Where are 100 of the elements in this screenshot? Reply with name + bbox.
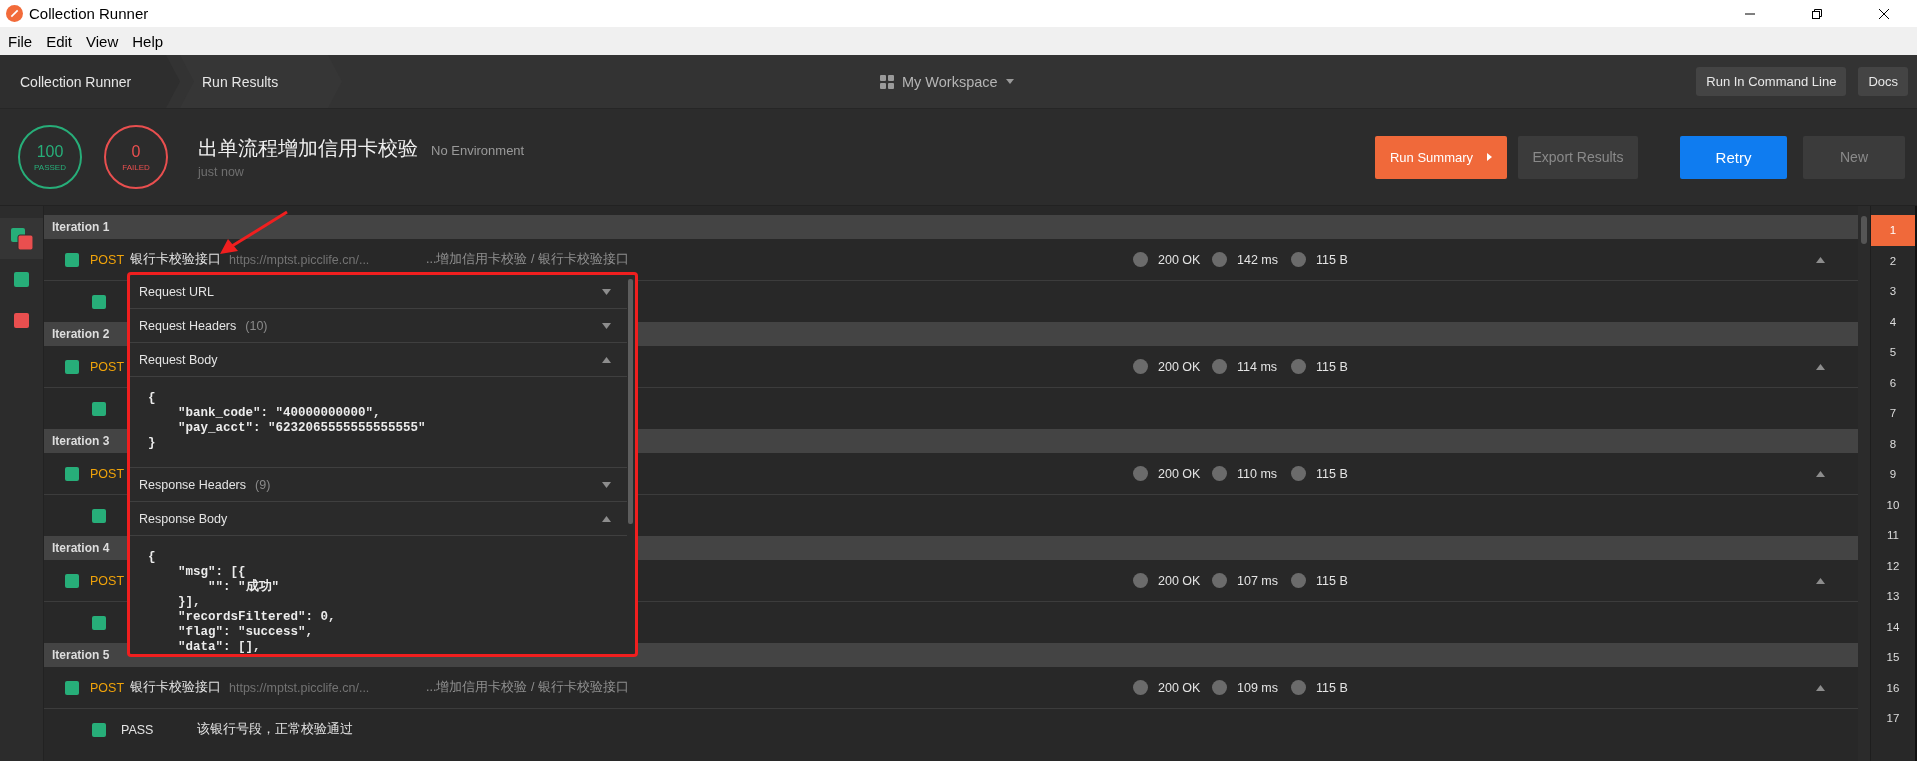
caret-icon[interactable]: [1816, 256, 1825, 263]
caret-icon: [1005, 79, 1014, 84]
action-button[interactable]: Retry: [1680, 135, 1787, 179]
iteration-tab[interactable]: 6: [1871, 367, 1915, 398]
header-button[interactable]: Docs: [1858, 67, 1908, 96]
request-name[interactable]: 银行卡校验接口: [130, 680, 221, 694]
passed-counter: 100 PASSED: [18, 125, 82, 189]
http-method: POST: [90, 680, 126, 695]
caret-icon[interactable]: [602, 322, 611, 329]
annotation-arrow: [220, 210, 288, 254]
request-path: ...增加信用卡校验 / 银行卡校验接口: [426, 680, 629, 694]
response-size: 115 B: [1316, 252, 1349, 267]
iteration-tab[interactable]: 17: [1871, 703, 1915, 734]
grid-icon: [880, 74, 894, 89]
section-title: Response Headers: [139, 477, 246, 492]
iteration-tab[interactable]: 3: [1871, 276, 1915, 307]
request-url: https://mptst.picclife.cn/...: [229, 680, 370, 695]
section-header[interactable]: Response Body: [130, 502, 627, 536]
section-count: (10): [245, 318, 268, 333]
test-result: PASS: [121, 722, 155, 737]
iteration-tab[interactable]: 10: [1871, 489, 1915, 520]
caret-icon[interactable]: [1816, 684, 1825, 691]
header-button[interactable]: Run In Command Line: [1696, 67, 1847, 96]
dot-icon: [1212, 573, 1227, 588]
breadcrumb-tab[interactable]: Collection Runner: [0, 55, 180, 108]
request-url: https://mptst.picclife.cn/...: [229, 252, 370, 267]
stacked-squares-icon[interactable]: [10, 227, 33, 250]
caret-icon: [1487, 153, 1493, 161]
workspace-selector[interactable]: My Workspace: [902, 73, 998, 90]
iteration-tab[interactable]: 12: [1871, 550, 1915, 581]
iteration-tab[interactable]: 8: [1871, 428, 1915, 459]
caret-icon[interactable]: [602, 481, 611, 488]
request-name[interactable]: 银行卡校验接口: [130, 252, 221, 266]
response-time: 109 ms: [1237, 680, 1279, 695]
caret-icon[interactable]: [1816, 470, 1825, 477]
http-method: POST: [90, 252, 126, 267]
iteration-tab[interactable]: 4: [1871, 306, 1915, 337]
iteration-tab[interactable]: 14: [1871, 611, 1915, 642]
caret-icon[interactable]: [602, 515, 611, 522]
restore-icon[interactable]: [1810, 7, 1823, 20]
menu-item[interactable]: Edit: [40, 32, 81, 50]
status-code: 200 OK: [1158, 680, 1202, 695]
iteration-tab[interactable]: 16: [1871, 672, 1915, 703]
iteration-tab[interactable]: 15: [1871, 642, 1915, 673]
dot-icon: [1291, 466, 1306, 481]
iteration-tab[interactable]: 2: [1871, 245, 1915, 276]
caret-icon[interactable]: [1816, 363, 1825, 370]
response-time: 107 ms: [1237, 573, 1279, 588]
close-icon[interactable]: [1877, 7, 1890, 20]
dot-icon: [1133, 680, 1148, 695]
dot-icon: [1212, 680, 1227, 695]
scrollbar-thumb[interactable]: [1861, 216, 1867, 244]
section-header[interactable]: Request Body: [130, 343, 627, 377]
menu-item[interactable]: View: [80, 32, 127, 50]
collection-name: 出单流程增加信用卡校验: [198, 136, 418, 161]
status-code: 200 OK: [1158, 466, 1202, 481]
status-code: 200 OK: [1158, 359, 1202, 374]
dot-icon: [1133, 573, 1148, 588]
iteration-tab[interactable]: 13: [1871, 581, 1915, 612]
app-logo-icon: [6, 5, 23, 22]
http-method: POST: [90, 573, 126, 588]
response-size: 115 B: [1316, 359, 1349, 374]
dot-icon: [1133, 359, 1148, 374]
dot-icon: [1291, 252, 1306, 267]
environment-label: No Environment: [431, 143, 525, 158]
section-header[interactable]: Response Headers (9): [130, 468, 627, 502]
response-time: 142 ms: [1237, 252, 1279, 267]
iteration-tab[interactable]: 11: [1871, 520, 1915, 551]
iteration-title: Iteration 2: [52, 327, 110, 341]
iteration-tab[interactable]: 5: [1871, 337, 1915, 368]
section-count: (9): [255, 477, 271, 492]
section-title: Request Body: [139, 352, 218, 367]
iteration-title: Iteration 1: [52, 220, 110, 234]
menu-item[interactable]: Help: [126, 32, 172, 50]
iteration-tab[interactable]: 7: [1871, 398, 1915, 429]
iteration-title: Iteration 3: [52, 434, 110, 448]
caret-icon[interactable]: [602, 356, 611, 363]
window-title: Collection Runner: [29, 5, 150, 22]
run-time: just now: [198, 165, 245, 179]
iteration-tab[interactable]: 9: [1871, 459, 1915, 490]
response-time: 110 ms: [1237, 466, 1279, 481]
request-path: ...增加信用卡校验 / 银行卡校验接口: [426, 252, 629, 266]
menu-item[interactable]: File: [2, 32, 41, 50]
dot-icon: [1212, 359, 1227, 374]
http-method: POST: [90, 359, 126, 374]
dot-icon: [1291, 680, 1306, 695]
dot-icon: [1212, 252, 1227, 267]
iteration-title: Iteration 4: [52, 541, 110, 555]
section-header[interactable]: Request Headers (10): [130, 309, 627, 343]
dot-icon: [1212, 466, 1227, 481]
test-message: 该银行号段，正常校验通过: [197, 721, 353, 738]
code-block: { "msg": [{ "": "成功" }], "recordsFiltered": 0, "flag": "success", "data": [],: [130, 536, 627, 654]
caret-icon[interactable]: [1816, 577, 1825, 584]
failed-counter: 0 FAILED: [104, 125, 168, 189]
section-title: Request URL: [139, 284, 215, 299]
response-size: 115 B: [1316, 680, 1349, 695]
scrollbar-thumb[interactable]: [628, 279, 633, 524]
caret-icon[interactable]: [602, 288, 611, 295]
section-header[interactable]: Request URL: [130, 275, 627, 309]
iteration-title: Iteration 5: [52, 648, 110, 662]
